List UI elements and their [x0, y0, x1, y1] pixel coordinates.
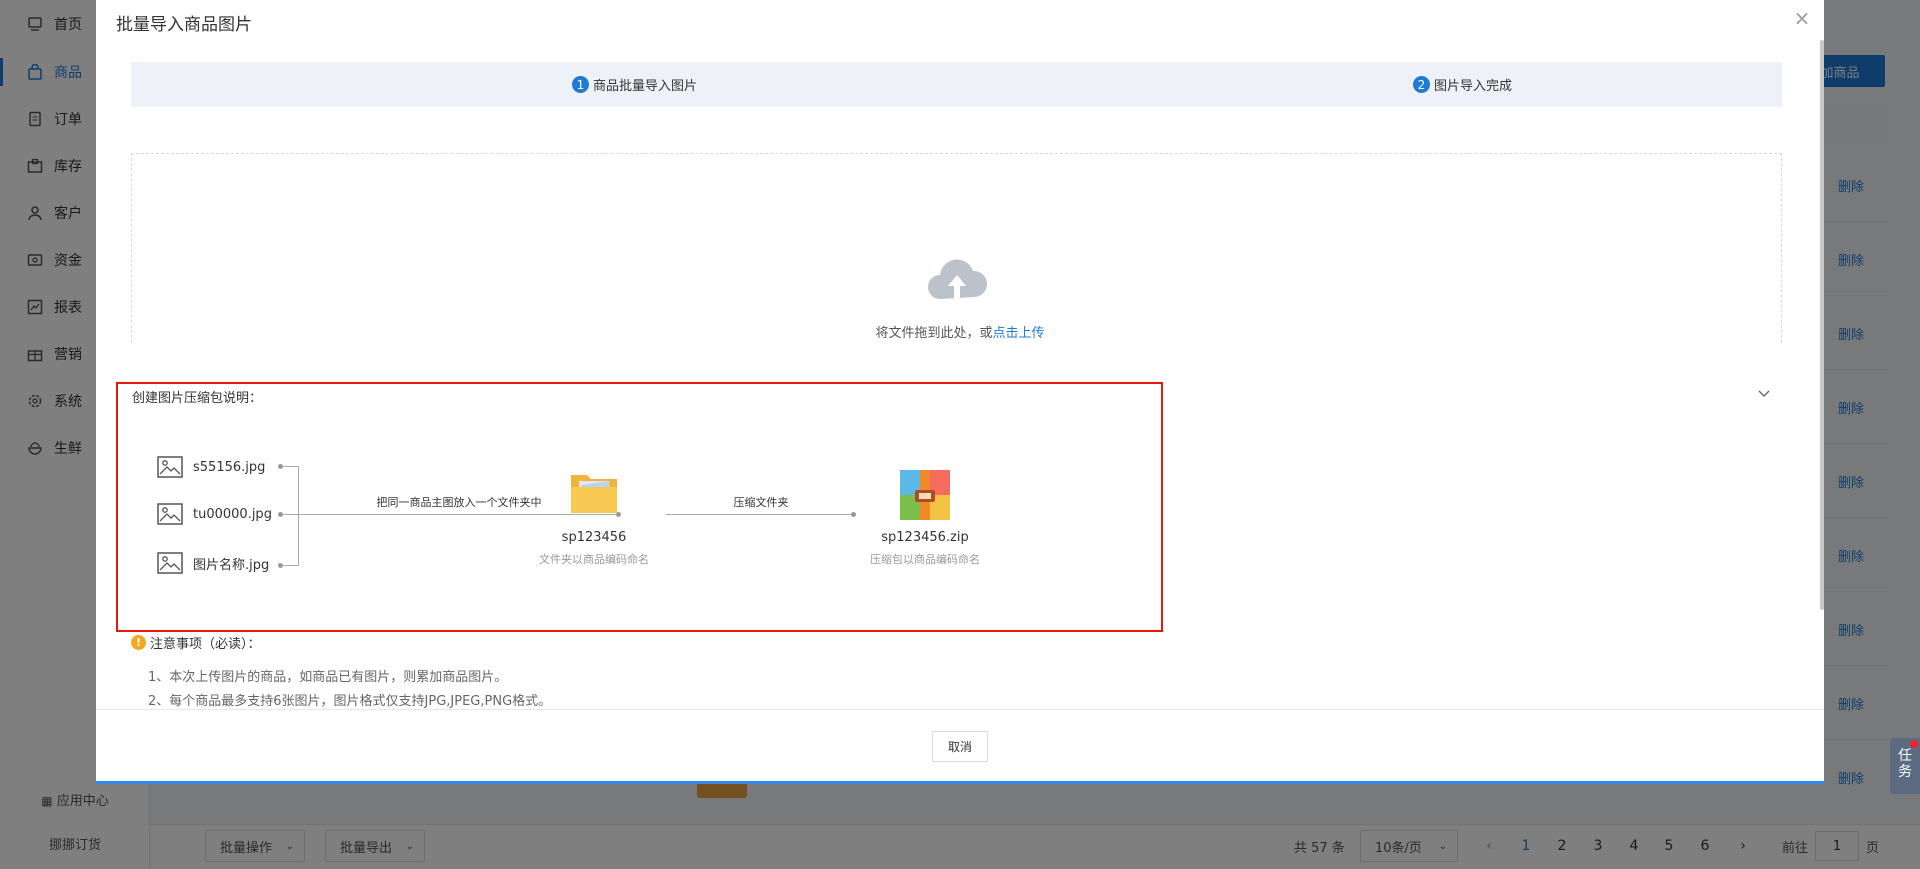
zip-name: sp123456.zip	[881, 530, 969, 545]
warning-icon: !	[131, 635, 146, 650]
guide-highlight-box	[116, 382, 1163, 632]
cloud-upload-icon	[928, 259, 988, 299]
image-icon	[157, 552, 183, 574]
click-upload-link[interactable]: 点击上传	[993, 326, 1045, 341]
connector-line	[282, 466, 298, 467]
file-item: 图片名称.jpg	[157, 552, 269, 574]
notice-line: 1、本次上传图片的商品，如商品已有图片，则累加商品图片。	[148, 670, 508, 685]
notice-line: 2、每个商品最多支持6张图片，图片格式仅支持JPG,JPEG,PNG格式。	[148, 694, 552, 709]
connector-line	[282, 565, 298, 566]
notification-dot	[1910, 740, 1918, 748]
file-item: s55156.jpg	[157, 456, 265, 478]
step-number: 2	[1413, 76, 1430, 93]
connector-line	[298, 466, 299, 566]
step-label: 商品批量导入图片	[593, 79, 698, 94]
step-2: 2 图片导入完成	[1413, 62, 1512, 107]
import-images-dialog: 批量导入商品图片 × 1 商品批量导入图片 2 图片导入完成 将文件拖到此处，或…	[96, 0, 1824, 784]
footer-divider	[96, 709, 1824, 710]
image-icon	[157, 456, 183, 478]
image-icon	[157, 503, 183, 525]
dialog-title: 批量导入商品图片	[116, 15, 252, 35]
step-label-group: 把同一商品主图放入一个文件夹中	[376, 496, 542, 509]
upload-dropzone[interactable]	[131, 153, 1782, 343]
file-name: tu00000.jpg	[193, 506, 272, 522]
file-name: 图片名称.jpg	[193, 557, 270, 573]
step-label-compress: 压缩文件夹	[733, 496, 789, 509]
step-1: 1 商品批量导入图片	[572, 62, 697, 107]
connector-dot	[851, 512, 856, 517]
zip-caption: 压缩包以商品编码命名	[870, 553, 980, 566]
task-label: 任务	[1898, 748, 1912, 780]
notice-title: ! 注意事项（必读）：	[131, 633, 261, 652]
folder-caption: 文件夹以商品编码命名	[539, 553, 649, 566]
file-item: tu00000.jpg	[157, 503, 272, 525]
step-number: 1	[572, 76, 589, 93]
chevron-down-icon[interactable]	[1756, 386, 1772, 402]
step-bar: 1 商品批量导入图片 2 图片导入完成	[131, 62, 1782, 107]
zip-archive-icon	[900, 470, 950, 520]
close-icon[interactable]: ×	[1790, 6, 1814, 30]
file-name: s55156.jpg	[193, 459, 266, 475]
folder-name: sp123456	[561, 530, 627, 545]
upload-hint: 将文件拖到此处，或点击上传	[875, 326, 1045, 341]
folder-icon	[571, 475, 617, 513]
arrow-line	[666, 514, 853, 515]
cancel-button[interactable]: 取消	[932, 731, 988, 762]
task-float-button[interactable]: 任务	[1890, 738, 1920, 794]
step-label: 图片导入完成	[1434, 79, 1513, 94]
